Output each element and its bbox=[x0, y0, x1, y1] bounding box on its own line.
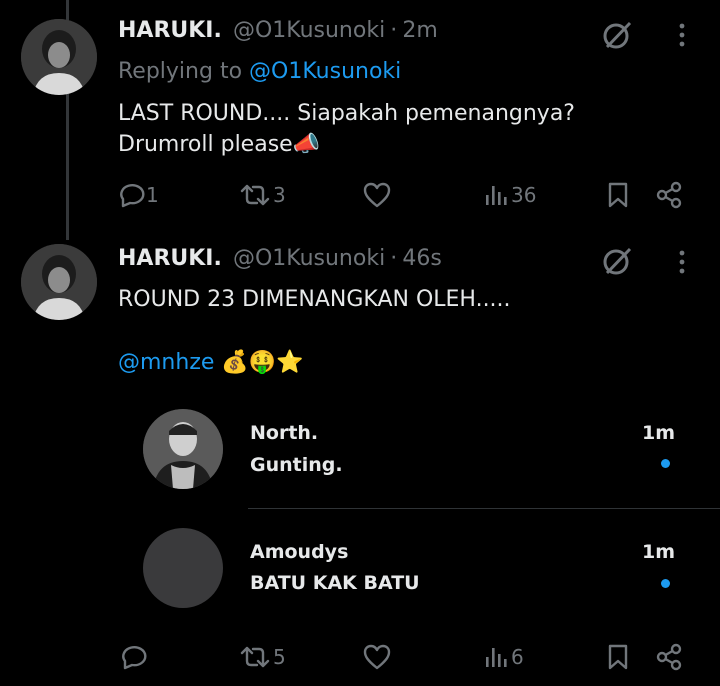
grok-icon[interactable] bbox=[601, 19, 633, 51]
unread-dot bbox=[661, 579, 670, 588]
grok-icon[interactable] bbox=[601, 245, 633, 277]
reply-text: Gunting. bbox=[250, 454, 343, 476]
avatar[interactable] bbox=[21, 244, 97, 320]
unread-dot bbox=[661, 459, 670, 468]
divider bbox=[248, 508, 720, 509]
retweet-icon[interactable] bbox=[238, 645, 272, 669]
replying-to-line: Replying to @O1Kusunoki bbox=[118, 55, 401, 89]
views-count: 6 bbox=[511, 645, 524, 669]
replying-to-label: Replying to bbox=[118, 59, 243, 84]
share-icon[interactable] bbox=[655, 181, 683, 209]
tweet-text: Drumroll please bbox=[118, 132, 293, 157]
reply-author-name: North. bbox=[250, 422, 319, 444]
emoji-group: 💰🤑⭐ bbox=[221, 350, 304, 375]
user-handle[interactable]: @O1Kusunoki bbox=[233, 18, 385, 43]
reply-time: 1m bbox=[642, 422, 676, 444]
avatar-photo bbox=[21, 19, 97, 95]
tweet-time[interactable]: 2m bbox=[402, 18, 437, 43]
tweet-header: HARUKI. @O1Kusunoki · 46s bbox=[118, 246, 442, 271]
tweet-text-line-2: Drumroll please📣 bbox=[118, 128, 320, 162]
separator-dot: · bbox=[390, 246, 398, 271]
replying-to-handle[interactable]: @O1Kusunoki bbox=[249, 59, 401, 84]
views-count: 36 bbox=[511, 183, 537, 207]
share-icon[interactable] bbox=[655, 643, 683, 671]
views-icon[interactable] bbox=[484, 645, 510, 669]
display-name[interactable]: HARUKI. bbox=[118, 246, 222, 271]
like-icon[interactable] bbox=[362, 643, 392, 671]
tweet-text-line-1: ROUND 23 DIMENANGKAN OLEH..... bbox=[118, 287, 511, 312]
display-name[interactable]: HARUKI. bbox=[118, 18, 222, 43]
reply-text: BATU KAK BATU bbox=[250, 572, 420, 594]
retweet-count: 3 bbox=[273, 183, 286, 207]
reply-time: 1m bbox=[642, 541, 676, 563]
avatar-placeholder[interactable] bbox=[143, 528, 223, 608]
more-options-icon[interactable] bbox=[675, 247, 689, 277]
reply-icon[interactable] bbox=[120, 644, 148, 670]
tweet-time[interactable]: 46s bbox=[402, 246, 441, 271]
avatar[interactable] bbox=[143, 409, 223, 489]
bookmark-icon[interactable] bbox=[607, 643, 629, 671]
avatar-photo bbox=[21, 244, 97, 320]
tweet-text-line-2: @mnhze 💰🤑⭐ bbox=[118, 346, 304, 380]
megaphone-emoji: 📣 bbox=[292, 132, 321, 157]
tweet-header: HARUKI. @O1Kusunoki · 2m bbox=[118, 18, 438, 43]
user-handle[interactable]: @O1Kusunoki bbox=[233, 246, 385, 271]
avatar[interactable] bbox=[21, 19, 97, 95]
mention-link[interactable]: @mnhze bbox=[118, 350, 214, 375]
retweet-icon[interactable] bbox=[238, 183, 272, 207]
avatar-photo bbox=[143, 409, 223, 489]
retweet-count: 5 bbox=[273, 645, 286, 669]
views-icon[interactable] bbox=[484, 183, 510, 207]
bookmark-icon[interactable] bbox=[607, 181, 629, 209]
reply-author-name: Amoudys bbox=[250, 541, 349, 563]
tweet-text-line-1: LAST ROUND.... Siapakah pemenangnya? bbox=[118, 101, 575, 126]
reply-icon[interactable] bbox=[118, 182, 146, 208]
more-options-icon[interactable] bbox=[675, 20, 689, 50]
like-icon[interactable] bbox=[362, 181, 392, 209]
separator-dot: · bbox=[390, 18, 398, 43]
reply-count: 1 bbox=[146, 183, 159, 207]
